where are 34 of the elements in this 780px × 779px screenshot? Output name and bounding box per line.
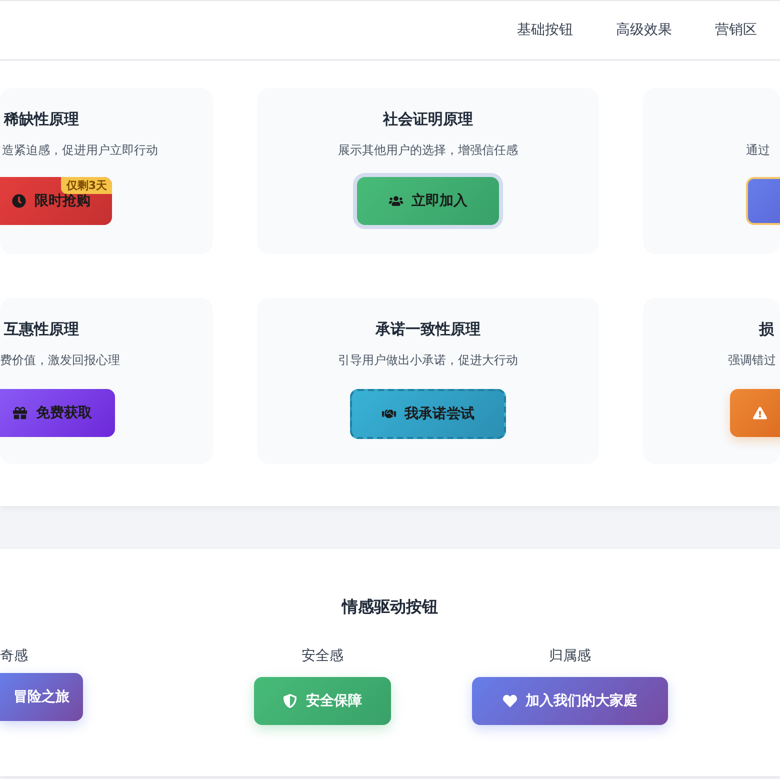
gift-icon [13, 406, 27, 420]
buy-button[interactable]: 仅剩3天 限时抢购 [0, 177, 112, 225]
handshake-icon [382, 407, 396, 421]
emotion-label: 奇感 [0, 647, 28, 666]
emotion-button[interactable]: 冒险之旅 [0, 673, 83, 721]
join-button[interactable]: 立即加入 [357, 177, 499, 225]
get-button[interactable]: 免费获取 [0, 389, 115, 437]
card-title: 互惠性原理 [4, 320, 79, 338]
shield-icon [283, 694, 297, 708]
nav-link[interactable]: 高级效果 [616, 21, 672, 39]
card-description: 费价值，激发回报心理 [0, 352, 120, 369]
emotion-button[interactable]: 安全保障 [254, 677, 391, 725]
emotion-label: 归属感 [549, 647, 591, 666]
warning-icon [753, 406, 767, 420]
card-description: 引导用户做出小承诺，促进大行动 [338, 352, 518, 369]
emotion-label: 安全感 [302, 647, 344, 666]
card-title: 承诺一致性原理 [376, 320, 480, 338]
card-description: 展示其他用户的选择，增强信任感 [338, 142, 518, 159]
users-icon [388, 194, 402, 208]
card-description: 通过 [746, 142, 770, 159]
warning-button[interactable] [730, 389, 780, 437]
section-title: 情感驱动按钮 [342, 597, 438, 616]
card-description: 造紧迫感，促进用户立即行动 [2, 142, 158, 159]
card-title: 损 [759, 320, 774, 338]
badge: 仅剩3天 [61, 177, 112, 194]
nav-link[interactable]: 基础按钮 [517, 21, 573, 39]
card-title: 稀缺性原理 [4, 110, 79, 128]
card-title: 社会证明原理 [383, 110, 473, 128]
commit-button[interactable]: 我承诺尝试 [350, 389, 506, 439]
clock-icon [12, 194, 26, 208]
nav-link[interactable]: 营销区 [715, 21, 757, 39]
heart-icon [502, 694, 516, 708]
emotion-button[interactable]: 加入我们的大家庭 [472, 677, 668, 725]
card-description: 强调错过 [728, 352, 776, 369]
